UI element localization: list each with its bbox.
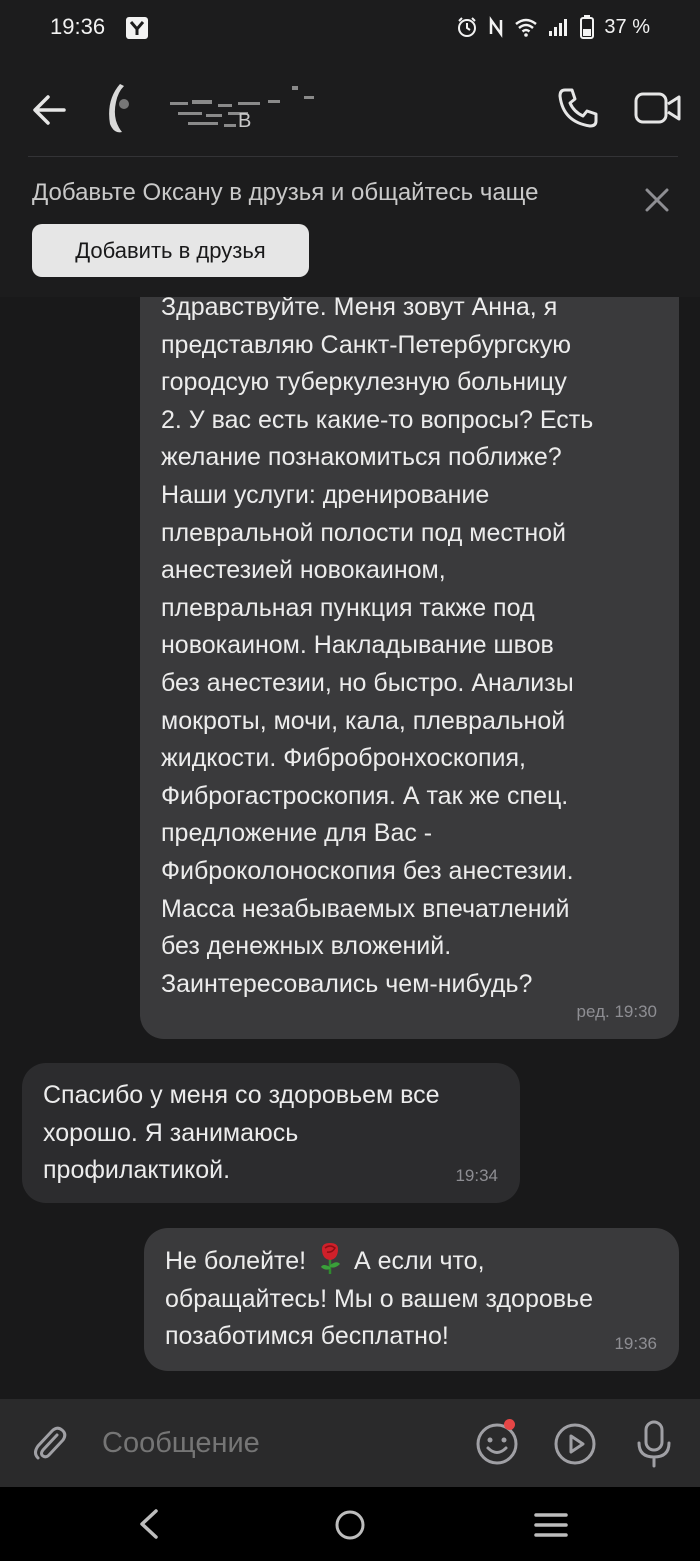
microphone-icon [637,1420,671,1468]
app-notification-icon [126,17,148,39]
message-time: 19:36 [614,1334,657,1354]
system-nav-bar [0,1487,700,1561]
status-time: 19:36 [50,14,106,39]
close-icon [645,188,669,212]
message-time: 19:34 [455,1166,498,1186]
video-camera-icon [634,92,681,124]
message-text: Здравствуйте. Меня зовут Анна, я предста… [161,297,594,998]
message-input[interactable] [102,1417,442,1469]
message-text-line: Не болейте! А если что, [165,1241,659,1281]
video-message-button[interactable] [552,1421,598,1467]
status-bar: 19:36 37 % [0,0,700,60]
signal-icon [549,19,568,36]
battery-icon [580,15,595,39]
notification-dot [504,1419,515,1430]
arrow-left-icon [33,95,66,125]
back-button[interactable] [30,90,70,130]
wifi-icon [515,18,538,37]
add-friend-banner: Добавьте Оксану в друзья и общайтесь чащ… [0,157,700,297]
chat-header: В [0,60,700,156]
microphone-button[interactable] [634,1419,674,1469]
message-input-bar [0,1399,700,1487]
add-friend-button[interactable]: Добавить в друзья [32,224,309,277]
contact-name[interactable]: В [168,82,318,138]
message-text: Не болейте! [165,1247,307,1275]
message-bubble-outgoing[interactable]: Здравствуйте. Меня зовут Анна, я предста… [140,297,679,1039]
phone-icon [558,88,598,128]
message-bubble-outgoing[interactable]: Не болейте! А если что, обращайтесь! Мы … [144,1228,679,1371]
video-message-icon [554,1423,596,1465]
avatar[interactable] [104,80,140,136]
add-friend-banner-text: Добавьте Оксану в друзья и общайтесь чащ… [32,179,539,206]
system-home-button[interactable] [334,1509,366,1541]
contact-name-fragment: В [238,110,252,132]
alarm-icon [458,17,477,37]
message-text: А если что, [353,1247,485,1275]
attach-button[interactable] [30,1423,70,1463]
battery-percent: 37 % [604,15,650,38]
rose-emoji-icon [321,1243,341,1274]
system-recents-button[interactable] [534,1511,568,1539]
banner-close-button[interactable] [642,185,672,215]
nfc-icon [490,16,503,38]
paperclip-icon [34,1426,67,1460]
message-bubble-incoming[interactable]: Спасибо у меня со здоровьем все хорошо. … [22,1063,520,1203]
video-call-button[interactable] [634,88,682,128]
circle-icon [335,1510,365,1540]
status-icons: 37 % [456,15,650,39]
message-text: обращайтесь! Мы о вашем здоровье позабот… [165,1284,593,1351]
call-button[interactable] [556,86,600,130]
message-text: Спасибо у меня со здоровьем все хорошо. … [43,1081,440,1185]
chevron-left-icon [140,1509,158,1539]
message-time: ред. 19:30 [576,1002,657,1022]
menu-icon [534,1513,568,1537]
message-list[interactable]: Здравствуйте. Меня зовут Анна, я предста… [0,297,700,1399]
system-back-button[interactable] [134,1507,164,1541]
